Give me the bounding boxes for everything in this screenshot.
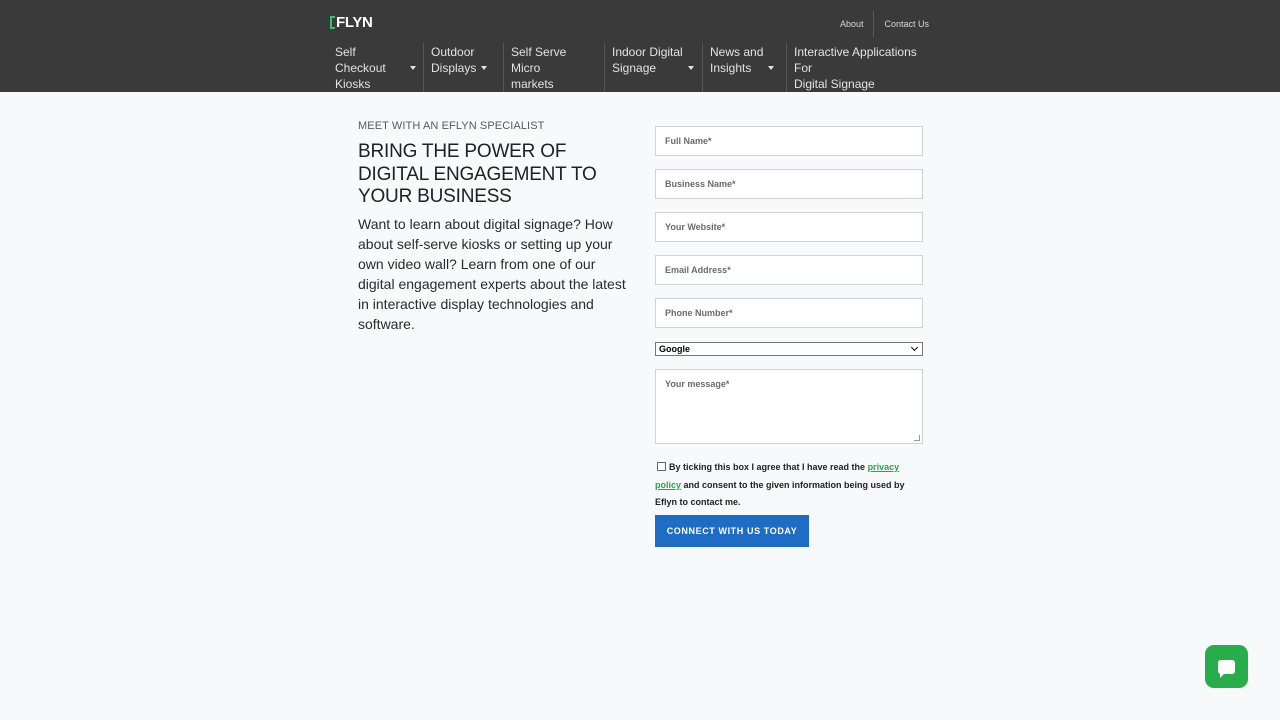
business-name-placeholder: Business Name*	[665, 179, 736, 189]
contact-form: Full Name* Business Name* Your Website* …	[655, 126, 923, 547]
phone-placeholder: Phone Number*	[665, 308, 733, 318]
nav-item-self-checkout-kiosks[interactable]: Self Checkout Kiosks	[328, 43, 423, 92]
nav-item-label: Outdoor Displays	[431, 45, 477, 75]
connect-submit-button[interactable]: CONNECT WITH US TODAY	[655, 514, 809, 547]
consent-text-after: and consent to the given information bei…	[655, 479, 905, 508]
logo-text: FLYN	[336, 13, 373, 31]
eyebrow-text: MEET WITH AN EFLYN SPECIALIST	[358, 120, 545, 132]
chevron-down-icon	[910, 343, 919, 352]
chat-bubble-icon	[1218, 659, 1235, 678]
page-headline: BRING THE POWER OF DIGITAL ENGAGEMENT TO…	[358, 141, 597, 207]
message-placeholder: Your message*	[665, 379, 730, 389]
consent-text-before: By ticking this box I agree that I have …	[669, 462, 868, 472]
main-nav: Self Checkout Kiosks Outdoor Displays Se…	[328, 43, 936, 92]
nav-item-label: Self Checkout Kiosks	[335, 45, 386, 91]
resize-handle-icon[interactable]	[914, 435, 920, 441]
caret-down-icon	[410, 66, 416, 70]
about-link[interactable]: About	[830, 13, 874, 35]
nav-item-interactive-applications[interactable]: Interactive Applications For Digital Sig…	[786, 43, 936, 92]
full-name-field[interactable]: Full Name*	[655, 126, 923, 156]
nav-item-label: Interactive Applications For Digital Sig…	[794, 45, 917, 91]
site-header: FLYN About Contact Us Self Checkout Kios…	[0, 0, 1280, 92]
logo-e-mark-icon	[330, 15, 335, 29]
intro-body-text: Want to learn about digital signage? How…	[358, 215, 626, 332]
nav-item-news-and-insights[interactable]: News and Insights	[702, 43, 786, 92]
full-name-placeholder: Full Name*	[665, 136, 712, 146]
nav-item-label: News and Insights	[710, 45, 764, 75]
nav-item-indoor-digital-signage[interactable]: Indoor Digital Signage	[604, 43, 702, 92]
lead-source-selected-value: Google	[659, 344, 690, 354]
chat-widget-button[interactable]	[1205, 645, 1248, 688]
consent-checkbox[interactable]	[657, 462, 666, 471]
nav-item-self-serve-micro-markets[interactable]: Self Serve Micro markets	[503, 43, 604, 92]
business-name-field[interactable]: Business Name*	[655, 169, 923, 199]
caret-down-icon	[768, 66, 775, 70]
intro-section: MEET WITH AN EFLYN SPECIALIST BRING THE …	[358, 120, 628, 334]
nav-item-label: Indoor Digital Signage	[612, 45, 683, 75]
message-field[interactable]: Your message*	[655, 369, 923, 444]
caret-down-icon	[687, 66, 694, 70]
email-field[interactable]: Email Address*	[655, 255, 923, 285]
consent-text: By ticking this box I agree that I have …	[655, 459, 923, 512]
website-field[interactable]: Your Website*	[655, 212, 923, 242]
caret-down-icon	[481, 66, 488, 70]
nav-item-outdoor-displays[interactable]: Outdoor Displays	[423, 43, 503, 92]
utility-nav: About Contact Us	[830, 11, 939, 37]
eflyn-logo[interactable]: FLYN	[330, 13, 373, 31]
email-placeholder: Email Address*	[665, 265, 731, 275]
contact-us-link[interactable]: Contact Us	[874, 13, 939, 35]
lead-source-select[interactable]: Google	[655, 342, 923, 356]
nav-item-label: Self Serve Micro markets	[511, 45, 567, 91]
website-placeholder: Your Website*	[665, 222, 726, 232]
phone-field[interactable]: Phone Number*	[655, 298, 923, 328]
